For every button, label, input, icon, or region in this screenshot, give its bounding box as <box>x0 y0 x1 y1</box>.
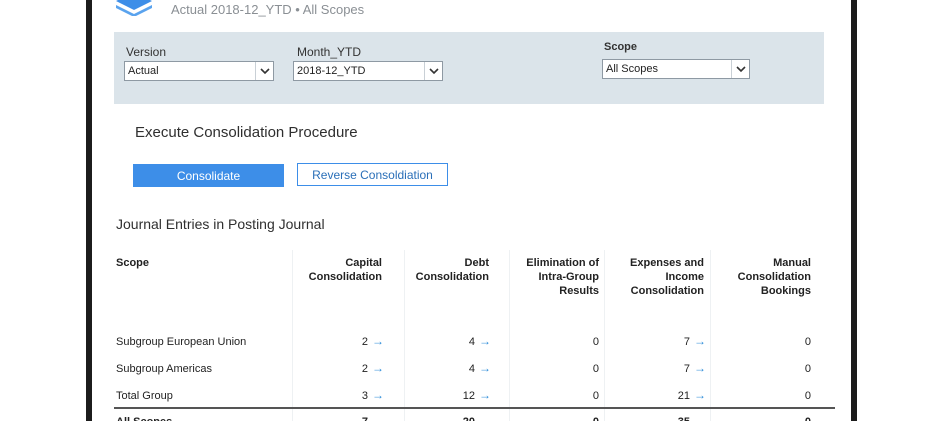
cell-capital: 2 <box>361 363 368 375</box>
col-header-expenses: Expenses and Income Consolidation <box>630 256 704 298</box>
cell-capital: 7 <box>338 416 368 421</box>
total-separator <box>114 407 835 409</box>
cell-manual: 0 <box>781 416 811 421</box>
chevron-down-icon[interactable] <box>731 60 749 78</box>
col-header-line: Elimination of <box>526 257 599 269</box>
cell-manual: 0 <box>804 336 811 348</box>
cell-debt: 20 <box>445 416 475 421</box>
month-label: Month_YTD <box>297 45 362 59</box>
cell-capital: 2 <box>361 336 368 348</box>
cell-elimination: 0 <box>569 416 599 421</box>
cell-manual: 0 <box>804 363 811 375</box>
cell-expenses: 7 <box>683 336 690 348</box>
chevron-down-icon[interactable] <box>255 62 273 80</box>
journal-table: Scope Capital Consolidation Debt Consolidati… <box>114 250 835 421</box>
col-header-line: Consolidation <box>415 271 489 283</box>
col-header-scope: Scope <box>116 256 149 270</box>
col-header-line: Manual <box>773 257 811 269</box>
cell-elimination: 0 <box>592 336 599 348</box>
app-screen: Actual 2018-12_YTD • All Scopes Version … <box>98 0 851 421</box>
cell-capital: 3 <box>361 390 368 402</box>
col-header-elimination: Elimination of Intra-Group Results <box>526 256 599 298</box>
col-header-capital: Capital Consolidation <box>309 256 382 284</box>
column-divider <box>404 250 405 421</box>
version-label: Version <box>126 45 167 59</box>
col-header-line: Intra-Group <box>538 271 600 283</box>
chevron-down-icon[interactable] <box>424 62 442 80</box>
drilldown-arrow-icon[interactable]: → <box>479 388 491 402</box>
row-scope-label: Subgroup Americas <box>116 363 212 375</box>
version-select[interactable]: Actual <box>124 61 274 81</box>
col-header-line: Results <box>559 285 599 297</box>
cell-expenses: 21 <box>677 390 690 402</box>
procedure-title: Execute Consolidation Procedure <box>135 124 358 141</box>
cell-manual: 0 <box>804 390 811 402</box>
column-divider <box>292 250 293 421</box>
drilldown-arrow-icon[interactable]: → <box>372 361 384 375</box>
drilldown-arrow-icon[interactable]: → <box>694 361 706 375</box>
column-divider <box>509 250 510 421</box>
col-header-line: Debt <box>464 257 489 269</box>
col-header-line: Scope <box>116 257 150 269</box>
drilldown-arrow-icon[interactable]: → <box>694 414 706 421</box>
cell-elimination: 0 <box>592 363 599 375</box>
col-header-line: Consolidation <box>737 271 811 283</box>
column-divider <box>710 250 711 421</box>
filter-panel: Version Actual Month_YTD 2018-12_YTD Sco… <box>114 32 824 104</box>
drilldown-arrow-icon[interactable]: → <box>479 414 491 421</box>
journal-title: Journal Entries in Posting Journal <box>116 216 325 232</box>
drilldown-arrow-icon[interactable]: → <box>479 334 491 348</box>
month-select[interactable]: 2018-12_YTD <box>293 61 443 81</box>
scope-select-value: All Scopes <box>606 63 658 75</box>
col-header-line: Expenses and <box>630 257 704 269</box>
cell-expenses: 35 <box>660 416 690 421</box>
app-logo-icon <box>116 0 152 16</box>
reverse-consolidation-button[interactable]: Reverse Consoldiation <box>297 163 448 186</box>
drilldown-arrow-icon[interactable]: → <box>372 414 384 421</box>
col-header-debt: Debt Consolidation <box>416 256 489 284</box>
cell-elimination: 0 <box>592 390 599 402</box>
scope-label: Scope <box>604 41 638 53</box>
device-bezel-right <box>851 0 945 421</box>
drilldown-arrow-icon[interactable]: → <box>694 388 706 402</box>
col-header-line: Income <box>665 271 704 283</box>
cell-debt: 4 <box>468 336 475 348</box>
col-header-line: Capital <box>345 257 382 269</box>
column-divider <box>604 250 605 421</box>
row-scope-label: Total Group <box>116 390 173 402</box>
drilldown-arrow-icon[interactable]: → <box>372 334 384 348</box>
scope-select[interactable]: All Scopes <box>602 59 750 79</box>
cell-debt: 4 <box>468 363 475 375</box>
drilldown-arrow-icon[interactable]: → <box>372 388 384 402</box>
cell-debt: 12 <box>462 390 475 402</box>
col-header-manual: Manual Consolidation Bookings <box>738 256 811 298</box>
month-select-value: 2018-12_YTD <box>297 65 366 77</box>
row-scope-label: All Scopes <box>116 416 172 421</box>
col-header-line: Bookings <box>760 285 811 297</box>
row-scope-label: Subgroup European Union <box>116 336 247 348</box>
page-subtitle: Actual 2018-12_YTD • All Scopes <box>171 2 365 17</box>
cell-expenses: 7 <box>683 363 690 375</box>
consolidate-button[interactable]: Consolidate <box>133 164 284 187</box>
col-header-line: Consolidation <box>630 285 704 297</box>
col-header-line: Consolidation <box>308 271 382 283</box>
drilldown-arrow-icon[interactable]: → <box>694 334 706 348</box>
drilldown-arrow-icon[interactable]: → <box>479 361 491 375</box>
device-bezel-left <box>0 0 92 421</box>
version-select-value: Actual <box>128 65 159 77</box>
